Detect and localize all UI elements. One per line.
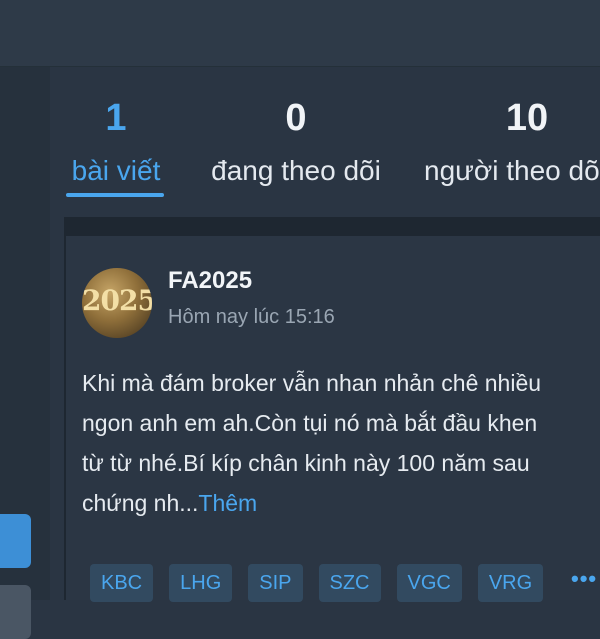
post-line-text: chứng nh...: [82, 490, 199, 516]
stat-followers[interactable]: 10 người theo dõi: [424, 67, 600, 186]
stat-followers-count: 10: [505, 97, 549, 139]
post-line-last: chứng nh...Thêm: [82, 483, 600, 523]
post-timestamp: Hôm nay lúc 15:16: [168, 306, 335, 328]
ticker-tag[interactable]: KBC: [90, 564, 154, 602]
sidebar: [0, 67, 50, 639]
stat-following-count: 0: [285, 97, 307, 139]
ticker-tag[interactable]: LHG: [169, 564, 233, 602]
ticker-tag[interactable]: VGC: [396, 564, 462, 602]
sidebar-primary-button[interactable]: [0, 514, 31, 568]
avatar[interactable]: 2025: [82, 268, 152, 338]
read-more-link[interactable]: Thêm: [198, 490, 257, 516]
more-tags-icon[interactable]: •••: [571, 566, 597, 592]
stat-following[interactable]: 0 đang theo dõi: [198, 67, 394, 186]
stat-posts-count: 1: [105, 97, 127, 139]
post-line: Khi mà đám broker vẫn nhan nhản chê nhiề…: [82, 370, 542, 396]
stat-posts-label: bài viết: [71, 155, 161, 186]
post-card: 2025 FA2025 Hôm nay lúc 15:16 Khi mà đám…: [64, 217, 600, 602]
stat-following-label: đang theo dõi: [211, 155, 381, 186]
top-bar: [0, 0, 600, 67]
stat-followers-label: người theo dõi: [424, 155, 600, 186]
post-body: Khi mà đám broker vẫn nhan nhản chê nhiề…: [82, 363, 600, 523]
post-line: từ từ nhé.Bí kíp chân kinh này 100 năm s…: [82, 450, 530, 476]
ticker-tag[interactable]: SZC: [318, 564, 381, 602]
ticker-tags: KBC LHG SIP SZC VGC VRG: [90, 564, 559, 602]
active-tab-underline: [66, 193, 164, 197]
ticker-tag[interactable]: SIP: [248, 564, 303, 602]
post-author[interactable]: FA2025: [168, 267, 252, 295]
avatar-image-text: 2025: [82, 284, 152, 317]
stat-posts[interactable]: 1 bài viết: [64, 67, 168, 186]
sidebar-secondary-button[interactable]: [0, 585, 31, 639]
ticker-tag[interactable]: VRG: [477, 564, 544, 602]
post-line: ngon anh em ah.Còn tụi nó mà bắt đầu khe…: [82, 410, 538, 436]
